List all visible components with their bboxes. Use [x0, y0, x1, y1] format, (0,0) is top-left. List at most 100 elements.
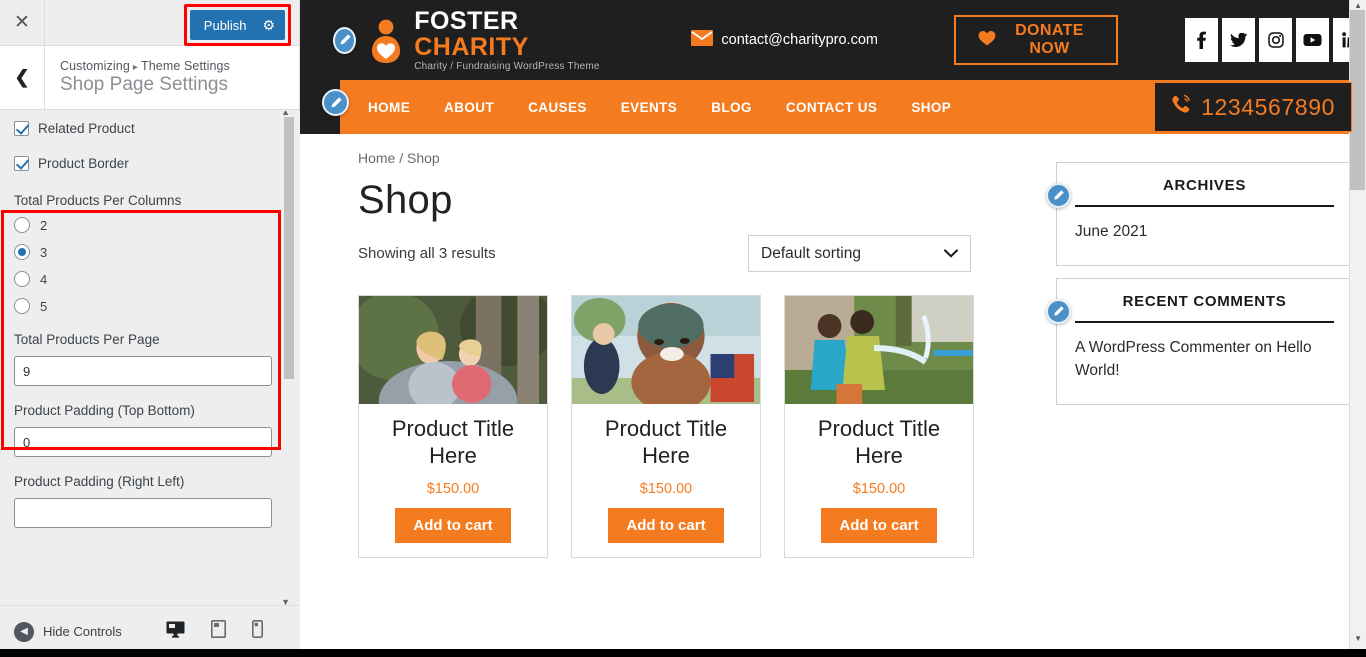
- donate-now-button[interactable]: DONATE NOW: [953, 15, 1118, 65]
- nav-item-events[interactable]: EVENTS: [621, 100, 677, 115]
- widget-divider: [1075, 205, 1334, 207]
- customizer-scrollbar[interactable]: ▲ ▼: [281, 111, 294, 605]
- customizer-panel: ✕ Publish ⚙ ❮ Customizing ▸ Theme Settings…: [0, 0, 300, 657]
- product-title[interactable]: Product Title Here: [367, 416, 539, 470]
- publish-button[interactable]: Publish ⚙: [189, 10, 285, 40]
- results-count: Showing all 3 results: [358, 245, 496, 262]
- padding-rl-label: Product Padding (Right Left): [14, 474, 185, 489]
- page-title: Shop Page Settings: [60, 74, 228, 95]
- shop-page-title: Shop: [358, 178, 453, 222]
- radio-option-3[interactable]: 3: [14, 244, 286, 260]
- gear-icon[interactable]: ⚙: [262, 18, 275, 32]
- phone-button[interactable]: 1234567890: [1154, 82, 1352, 132]
- radio-5-label: 5: [40, 298, 48, 314]
- radio-2[interactable]: [14, 217, 30, 233]
- product-card[interactable]: Product Title Here $150.00 Add to cart: [784, 295, 974, 558]
- customizer-header: ❮ Customizing ▸ Theme Settings Shop Page S…: [0, 46, 299, 110]
- product-image-1: [359, 296, 547, 404]
- widget-title: RECENT COMMENTS: [1122, 293, 1287, 311]
- radio-4[interactable]: [14, 271, 30, 287]
- radio-5[interactable]: [14, 298, 30, 314]
- shop-content: Home / Shop Shop Showing all 3 results D…: [358, 134, 998, 558]
- control-product-border[interactable]: Product Border: [0, 146, 300, 181]
- brand-name-part1: FOSTER: [414, 6, 519, 35]
- desktop-view-icon[interactable]: [166, 621, 185, 643]
- edit-pencil-icon-nav[interactable]: [322, 89, 349, 116]
- preview-scroll-up-icon[interactable]: ▲: [1354, 1, 1362, 10]
- widget-item[interactable]: June 2021: [1075, 221, 1334, 243]
- donate-label: DONATE NOW: [1015, 22, 1084, 57]
- edit-pencil-icon-logo[interactable]: [333, 26, 357, 54]
- page-body: Home / Shop Shop Showing all 3 results D…: [300, 134, 1366, 558]
- preview-scroll-thumb[interactable]: [1350, 10, 1365, 190]
- product-card[interactable]: Product Title Here $150.00 Add to cart: [358, 295, 548, 558]
- padding-right-left-input[interactable]: [14, 498, 272, 528]
- site-branding[interactable]: FOSTER CHARITY Charity / Fundraising Wor…: [300, 8, 603, 73]
- product-border-checkbox[interactable]: [14, 156, 29, 171]
- customizer-controls: Related Product Product Border Total Pro…: [0, 111, 300, 605]
- related-product-checkbox[interactable]: [14, 121, 29, 136]
- control-columns-group: Total Products Per Columns 2 3 4 5 Total…: [0, 193, 300, 528]
- twitter-icon[interactable]: [1222, 18, 1255, 62]
- add-to-cart-button[interactable]: Add to cart: [395, 507, 511, 543]
- nav-item-home[interactable]: HOME: [368, 100, 410, 115]
- phone-number: 1234567890: [1201, 93, 1335, 120]
- customizer-scroll-thumb[interactable]: [284, 117, 294, 379]
- breadcrumb: Customizing ▸ Theme Settings: [60, 59, 230, 73]
- nav-item-contact-us[interactable]: CONTACT US: [786, 100, 878, 115]
- shop-sidebar: ARCHIVES June 2021 RECENT COMMENTS A Wor…: [1046, 134, 1353, 558]
- control-related-product[interactable]: Related Product: [0, 111, 300, 146]
- shop-breadcrumb[interactable]: Home / Shop: [358, 150, 998, 166]
- hide-controls-button[interactable]: ◀ Hide Controls: [0, 621, 122, 642]
- product-price: $150.00: [426, 480, 480, 497]
- product-title[interactable]: Product Title Here: [580, 416, 752, 470]
- product-title[interactable]: Product Title Here: [793, 416, 965, 470]
- customizer-titles: Customizing ▸ Theme Settings Shop Page Set…: [45, 59, 230, 96]
- header-email[interactable]: contact@charitypro.com: [691, 29, 878, 51]
- charity-logo-icon: [366, 18, 406, 63]
- widget-item[interactable]: A WordPress Commenter on Hello World!: [1075, 337, 1334, 382]
- nav-item-blog[interactable]: BLOG: [711, 100, 752, 115]
- back-chevron-icon[interactable]: ❮: [0, 46, 45, 109]
- site-header: FOSTER CHARITY Charity / Fundraising Wor…: [300, 0, 1366, 80]
- product-card[interactable]: Product Title Here $150.00 Add to cart: [571, 295, 761, 558]
- nav-item-causes[interactable]: CAUSES: [528, 100, 587, 115]
- mobile-view-icon[interactable]: [251, 620, 263, 643]
- radio-option-5[interactable]: 5: [14, 298, 286, 314]
- edit-pencil-wrapper-archives: [1046, 183, 1071, 208]
- nav-item-shop[interactable]: SHOP: [911, 100, 951, 115]
- instagram-icon[interactable]: [1259, 18, 1292, 62]
- scroll-down-arrow-icon[interactable]: ▼: [281, 597, 290, 605]
- sorting-select[interactable]: Default sorting: [748, 235, 971, 272]
- facebook-icon[interactable]: [1185, 18, 1218, 62]
- publish-label: Publish: [203, 17, 247, 33]
- edit-pencil-icon-comments[interactable]: [1046, 299, 1071, 325]
- breadcrumb-root[interactable]: Customizing: [60, 59, 130, 73]
- radio-3[interactable]: [14, 244, 30, 260]
- tablet-view-icon[interactable]: [210, 620, 226, 643]
- edit-pencil-icon-archives[interactable]: [1046, 183, 1071, 208]
- publish-highlight: Publish ⚙: [183, 4, 291, 46]
- brand-text: FOSTER CHARITY Charity / Fundraising Wor…: [414, 8, 603, 73]
- radio-2-label: 2: [40, 217, 48, 233]
- preview-scroll-down-icon[interactable]: ▼: [1354, 634, 1362, 643]
- heart-icon: [978, 30, 996, 51]
- add-to-cart-button[interactable]: Add to cart: [821, 507, 937, 543]
- product-border-label: Product Border: [38, 156, 129, 171]
- per-page-input[interactable]: [14, 356, 272, 386]
- brand-name-part2: CHARITY: [414, 33, 529, 61]
- close-icon[interactable]: ✕: [0, 0, 45, 45]
- breadcrumb-parent[interactable]: Theme Settings: [141, 59, 230, 73]
- brand-tagline: Charity / Fundraising WordPress Theme: [414, 61, 600, 73]
- radio-option-4[interactable]: 4: [14, 271, 286, 287]
- collapse-arrow-icon: ◀: [14, 621, 34, 642]
- nav-item-about[interactable]: ABOUT: [444, 100, 494, 115]
- radio-3-label: 3: [40, 244, 48, 260]
- radio-option-2[interactable]: 2: [14, 217, 286, 233]
- youtube-icon[interactable]: [1296, 18, 1329, 62]
- widget-archives: ARCHIVES June 2021: [1046, 162, 1353, 267]
- product-grid: Product Title Here $150.00 Add to cart P…: [358, 295, 998, 558]
- product-price: $150.00: [639, 480, 693, 497]
- add-to-cart-button[interactable]: Add to cart: [608, 507, 724, 543]
- padding-top-bottom-input[interactable]: [14, 427, 272, 457]
